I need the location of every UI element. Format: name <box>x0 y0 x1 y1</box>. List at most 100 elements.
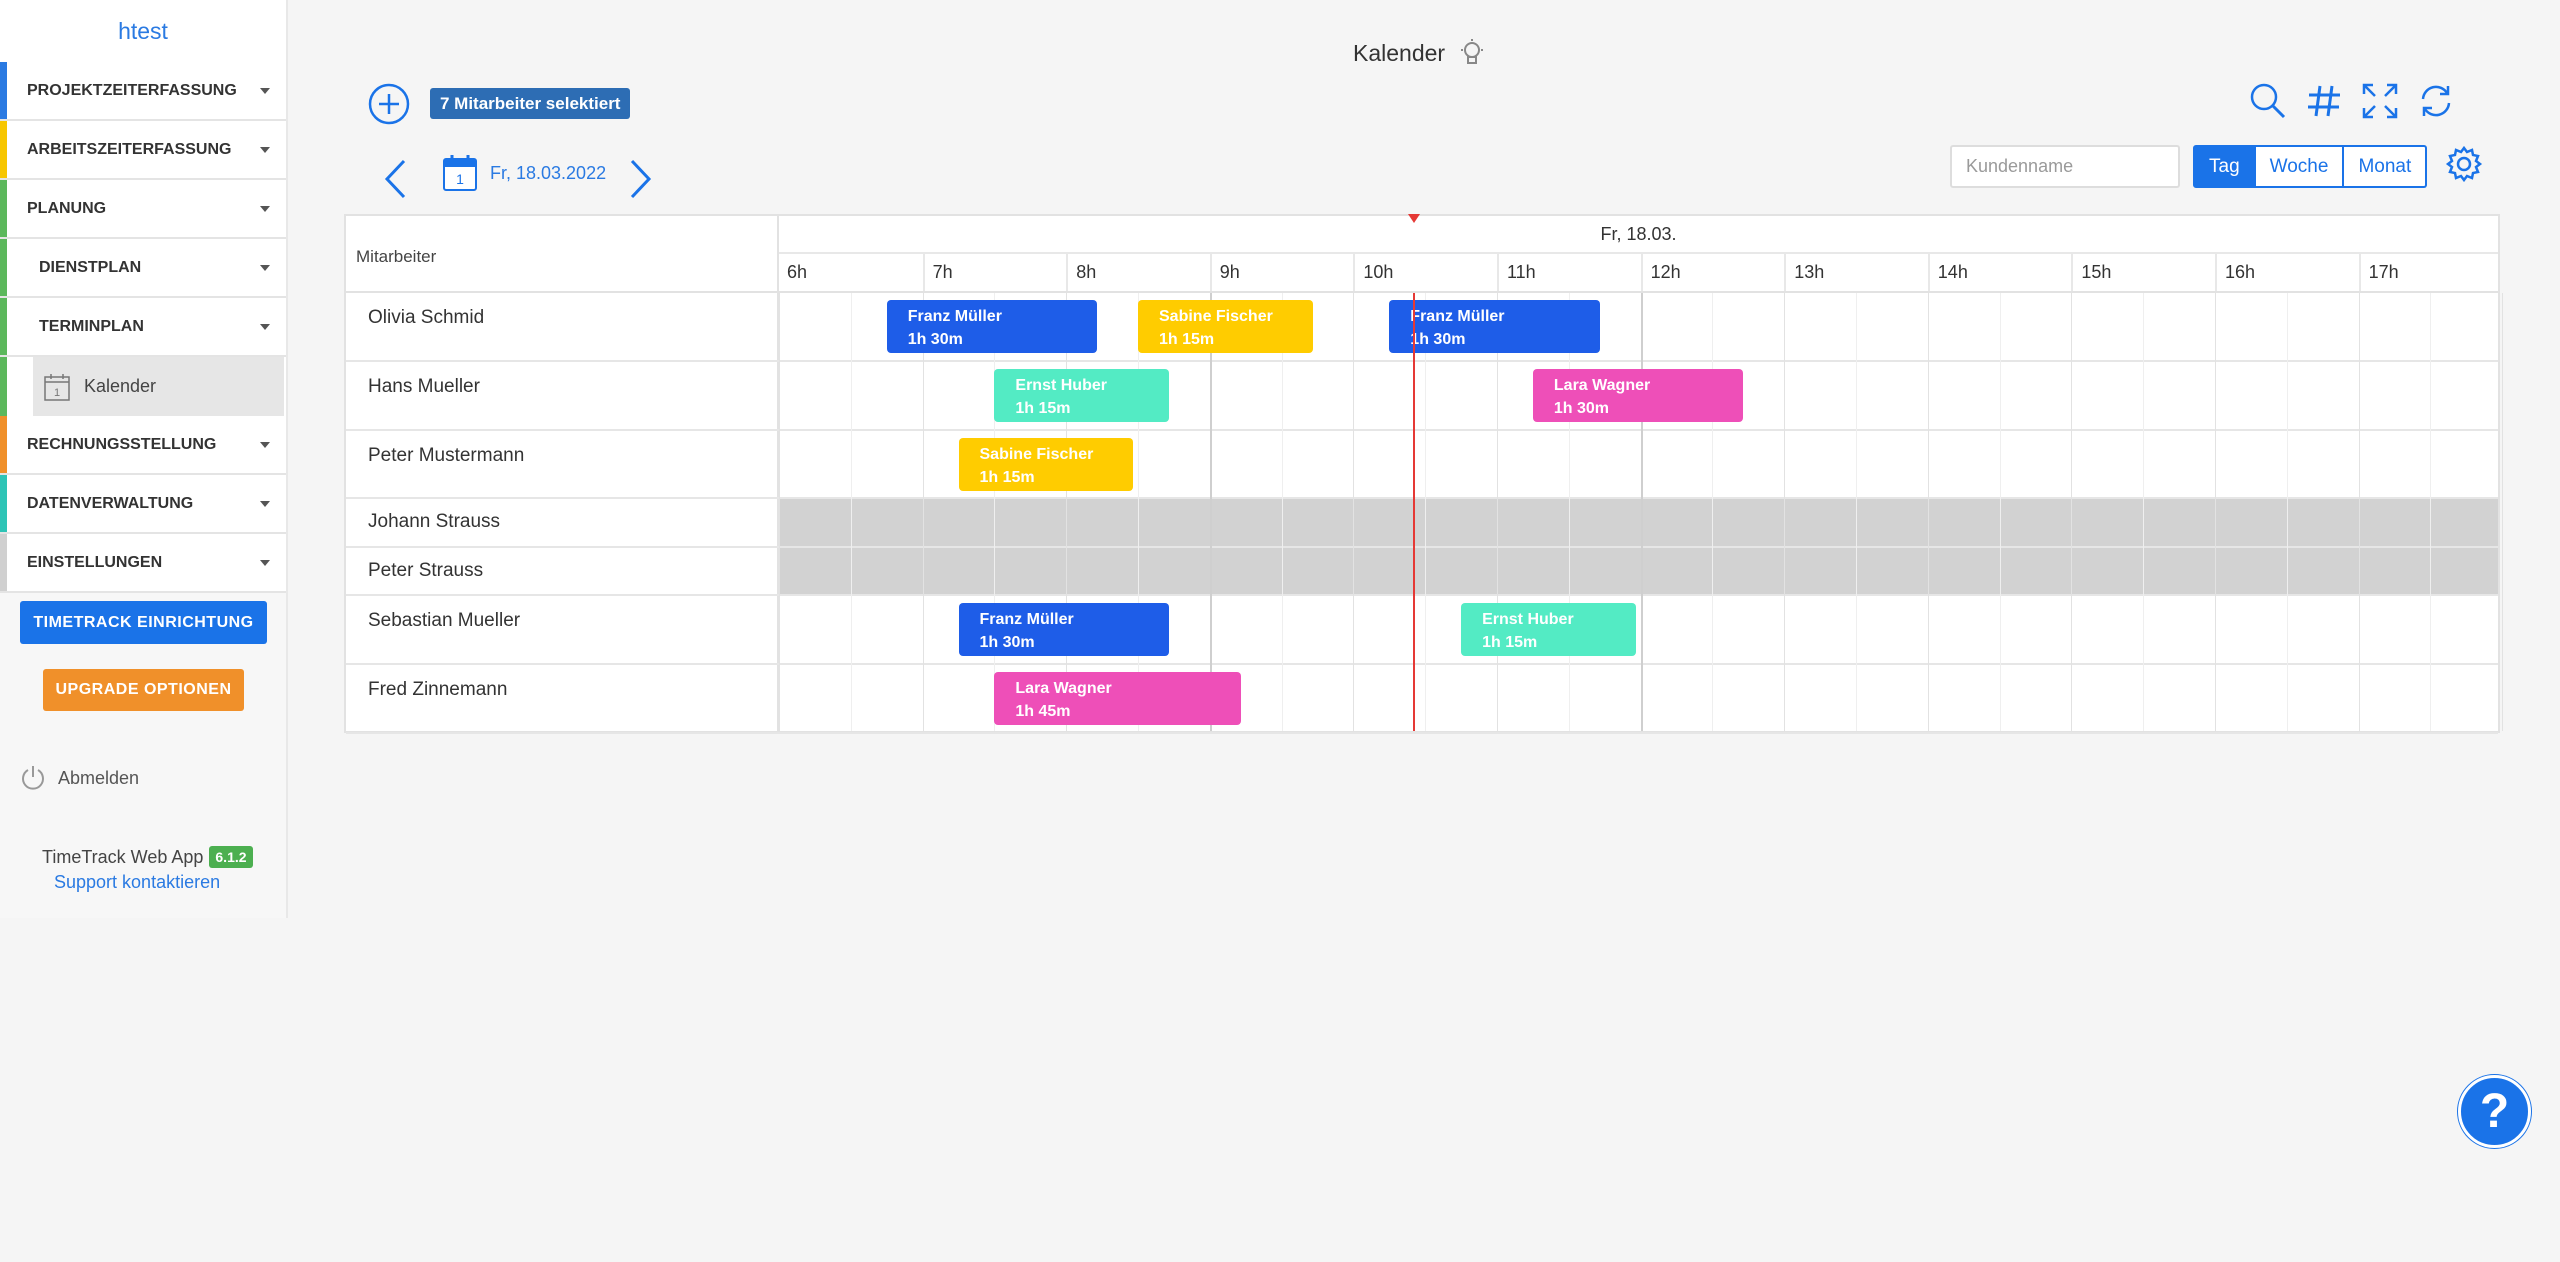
grid-line <box>2143 293 2145 731</box>
view-week-button[interactable]: Woche <box>2255 145 2345 188</box>
hour-label: 13h <box>1784 254 1928 291</box>
caret-down-icon <box>260 87 270 94</box>
current-date: Fr, 18.03.2022 <box>490 162 607 183</box>
sidebar-item-label: PROJEKTZEITERFASSUNG <box>27 81 237 99</box>
event-person: Lara Wagner <box>1553 377 1651 394</box>
date-picker[interactable]: 1 Fr, 18.03.2022 <box>442 154 606 192</box>
grid-line <box>2358 293 2360 731</box>
employee-name[interactable]: Sebastian Mueller <box>346 596 779 663</box>
employee-row: Johann Strauss <box>346 499 2498 548</box>
event-duration: 1h 15m <box>1015 400 1071 417</box>
brand-name[interactable]: htest <box>0 0 286 62</box>
appointment-event[interactable]: Ernst Huber 1h 15m <box>1461 603 1636 656</box>
appointment-event[interactable]: Sabine Fischer 1h 15m <box>958 438 1133 491</box>
event-person: Lara Wagner <box>1015 680 1112 697</box>
caret-down-icon <box>260 441 270 448</box>
grid-line <box>1568 293 1570 731</box>
sidebar-color-bar <box>0 121 7 178</box>
upgrade-options-button[interactable]: UPGRADE OPTIONEN <box>43 669 244 711</box>
grid-line <box>994 293 996 731</box>
timetrack-setup-button[interactable]: TIMETRACK EINRICHTUNG <box>20 601 267 644</box>
appointment-event[interactable]: Ernst Huber 1h 15m <box>994 369 1169 422</box>
support-link[interactable]: Support kontaktieren <box>54 872 220 893</box>
employee-row: Hans Mueller <box>346 362 2498 431</box>
event-duration: 1h 30m <box>979 634 1035 651</box>
event-duration: 1h 15m <box>979 469 1035 486</box>
view-month-button[interactable]: Monat <box>2344 145 2428 188</box>
refresh-icon[interactable] <box>2417 82 2455 120</box>
sidebar-item-projektzeiterfassung[interactable]: PROJEKTZEITERFASSUNG <box>0 62 286 121</box>
hour-label: 12h <box>1640 254 1785 291</box>
sidebar-color-bar <box>0 534 7 591</box>
logout-label: Abmelden <box>58 767 140 788</box>
appointment-event[interactable]: Lara Wagner 1h 45m <box>994 672 1241 725</box>
hour-label: 11h <box>1497 254 1641 291</box>
grid-line <box>850 293 852 731</box>
hour-label: 16h <box>2215 254 2359 291</box>
sidebar-item-rechnungsstellung[interactable]: RECHNUNGSSTELLUNG <box>0 416 286 475</box>
event-duration: 1h 45m <box>1015 703 1071 720</box>
gear-icon[interactable] <box>2445 145 2483 183</box>
sidebar-item-dienstplan[interactable]: DIENSTPLAN <box>0 239 286 298</box>
customer-search-input[interactable] <box>1950 145 2180 188</box>
next-day-button[interactable] <box>626 158 654 200</box>
sidebar-color-bar <box>0 357 7 416</box>
row-timeline[interactable] <box>779 499 2498 546</box>
sidebar-item-label: EINSTELLUNGEN <box>27 553 163 571</box>
appointment-event[interactable]: Franz Müller 1h 30m <box>1389 300 1600 353</box>
svg-text:1: 1 <box>54 387 60 399</box>
toolbar-icons <box>2249 82 2455 120</box>
caret-down-icon <box>260 323 270 330</box>
search-icon[interactable] <box>2249 82 2287 120</box>
appointment-event[interactable]: Lara Wagner 1h 30m <box>1532 369 1744 422</box>
sidebar-item-label: PLANUNG <box>27 199 107 217</box>
current-time-marker <box>1408 214 1421 223</box>
add-appointment-button[interactable] <box>368 83 410 125</box>
hour-label: 6h <box>787 262 808 282</box>
grid-line <box>1784 293 1786 731</box>
employee-name[interactable]: Olivia Schmid <box>346 293 779 360</box>
event-person: Sabine Fischer <box>979 446 1094 463</box>
sidebar-item-planung[interactable]: PLANUNG <box>0 180 286 239</box>
power-icon <box>22 766 44 790</box>
grid-line <box>1281 293 1283 731</box>
fullscreen-icon[interactable] <box>2361 82 2399 120</box>
logout-link[interactable]: Abmelden <box>20 764 139 792</box>
employee-name[interactable]: Hans Mueller <box>346 362 779 429</box>
sidebar-item-einstellungen[interactable]: EINSTELLUNGEN <box>0 534 286 593</box>
view-day-button[interactable]: Tag <box>2193 145 2256 188</box>
sidebar-item-kalender[interactable]: 1 Kalender <box>0 357 286 416</box>
hour-label: 8h <box>1066 254 1210 291</box>
employee-name[interactable]: Fred Zinnemann <box>346 665 779 732</box>
employee-row: Peter Strauss <box>346 548 2498 596</box>
appointment-event[interactable]: Franz Müller 1h 30m <box>958 603 1169 656</box>
caret-down-icon <box>260 264 270 271</box>
employee-name[interactable]: Johann Strauss <box>346 499 779 546</box>
sidebar-color-bar <box>0 475 7 532</box>
hashtag-icon[interactable] <box>2305 82 2343 120</box>
day-header: Fr, 18.03. <box>779 216 2498 254</box>
sidebar-item-arbeitszeiterfassung[interactable]: ARBEITSZEITERFASSUNG <box>0 121 286 180</box>
lightbulb-icon[interactable] <box>1459 38 1485 68</box>
event-person: Franz Müller <box>979 611 1074 628</box>
employee-name[interactable]: Peter Strauss <box>346 548 779 594</box>
sidebar-item-terminplan[interactable]: TERMINPLAN <box>0 298 286 357</box>
sidebar-item-label: DIENSTPLAN <box>39 258 142 276</box>
employee-name[interactable]: Peter Mustermann <box>346 431 779 497</box>
previous-day-button[interactable] <box>382 158 410 200</box>
row-timeline[interactable] <box>779 548 2498 594</box>
sidebar-color-bar <box>0 239 7 296</box>
app-name: TimeTrack Web App <box>42 846 204 867</box>
page-title: Kalender <box>1353 39 1446 66</box>
help-button[interactable]: ? <box>2458 1075 2531 1148</box>
event-person: Sabine Fischer <box>1159 308 1273 325</box>
appointment-event[interactable]: Sabine Fischer 1h 15m <box>1138 300 1313 353</box>
sidebar-item-datenverwaltung[interactable]: DATENVERWALTUNG <box>0 475 286 534</box>
current-time-line <box>1413 293 1416 731</box>
event-duration: 1h 15m <box>1482 634 1538 651</box>
appointment-event[interactable]: Franz Müller 1h 30m <box>886 300 1098 353</box>
employee-row: Peter Mustermann <box>346 431 2498 499</box>
selected-employees-badge[interactable]: 7 Mitarbeiter selektiert <box>430 88 631 119</box>
grid-line <box>1856 293 1857 731</box>
event-duration: 1h 30m <box>907 331 963 348</box>
